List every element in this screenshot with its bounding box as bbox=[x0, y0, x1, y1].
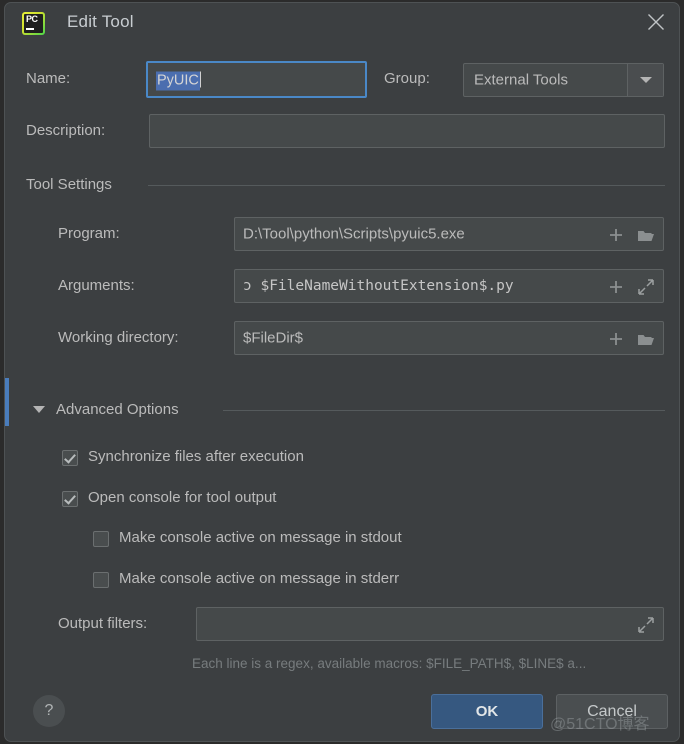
help-button[interactable]: ? bbox=[33, 695, 65, 727]
checkbox-label: Synchronize files after execution bbox=[88, 448, 304, 465]
name-input[interactable]: PyUIC bbox=[146, 61, 367, 98]
pycharm-icon: PC bbox=[22, 12, 45, 35]
checkbox-label: Make console active on message in stderr bbox=[119, 570, 399, 587]
checkbox-label: Open console for tool output bbox=[88, 489, 276, 506]
title-bar: PC Edit Tool bbox=[5, 3, 679, 47]
checkbox-icon[interactable] bbox=[93, 531, 109, 547]
help-button-label: ? bbox=[33, 695, 65, 727]
description-label: Description: bbox=[26, 122, 105, 139]
working-directory-label: Working directory: bbox=[58, 329, 179, 346]
plus-icon[interactable] bbox=[601, 270, 631, 302]
output-filters-input[interactable] bbox=[196, 607, 664, 641]
description-input[interactable] bbox=[149, 114, 665, 148]
close-icon[interactable] bbox=[633, 3, 679, 39]
folder-icon[interactable] bbox=[631, 218, 661, 250]
working-directory-input-value: $FileDir$ bbox=[243, 330, 303, 347]
text-caret bbox=[200, 71, 201, 87]
chevron-down-icon[interactable] bbox=[627, 64, 663, 96]
output-filters-hint: Each line is a regex, available macros: … bbox=[192, 656, 586, 671]
program-input[interactable]: D:\Tool\python\Scripts\pyuic5.exe bbox=[234, 217, 664, 251]
plus-icon[interactable] bbox=[601, 322, 631, 354]
focus-accent-bar bbox=[5, 378, 9, 426]
output-filters-label: Output filters: bbox=[58, 615, 147, 632]
tool-settings-divider bbox=[148, 185, 665, 186]
tool-settings-heading: Tool Settings bbox=[26, 176, 112, 193]
ok-button[interactable]: OK bbox=[431, 694, 543, 729]
advanced-options-divider bbox=[223, 410, 665, 411]
arguments-input-value: ɔ $FileNameWithoutExtension$.py bbox=[243, 278, 514, 294]
arguments-label: Arguments: bbox=[58, 277, 135, 294]
checkbox-icon[interactable] bbox=[93, 572, 109, 588]
checkbox-icon[interactable] bbox=[62, 491, 78, 507]
checkbox-icon[interactable] bbox=[62, 450, 78, 466]
working-directory-input[interactable]: $FileDir$ bbox=[234, 321, 664, 355]
group-select-value: External Tools bbox=[474, 72, 568, 89]
cancel-button[interactable]: Cancel bbox=[556, 694, 668, 729]
expand-icon[interactable] bbox=[631, 270, 661, 302]
edit-tool-dialog: PC Edit Tool Name: PyUIC Group: External… bbox=[4, 2, 680, 742]
triangle-down-icon[interactable] bbox=[33, 406, 45, 413]
group-label: Group: bbox=[384, 70, 430, 87]
advanced-options-heading[interactable]: Advanced Options bbox=[56, 401, 179, 418]
folder-icon[interactable] bbox=[631, 322, 661, 354]
arguments-input[interactable]: ɔ $FileNameWithoutExtension$.py bbox=[234, 269, 664, 303]
program-label: Program: bbox=[58, 225, 120, 242]
group-select[interactable]: External Tools bbox=[463, 63, 664, 97]
plus-icon[interactable] bbox=[601, 218, 631, 250]
name-input-value: PyUIC bbox=[156, 71, 200, 90]
page-title: Edit Tool bbox=[67, 12, 134, 32]
name-label: Name: bbox=[26, 70, 70, 87]
checkbox-label: Make console active on message in stdout bbox=[119, 529, 402, 546]
expand-icon[interactable] bbox=[631, 608, 661, 640]
program-input-value: D:\Tool\python\Scripts\pyuic5.exe bbox=[243, 226, 465, 243]
